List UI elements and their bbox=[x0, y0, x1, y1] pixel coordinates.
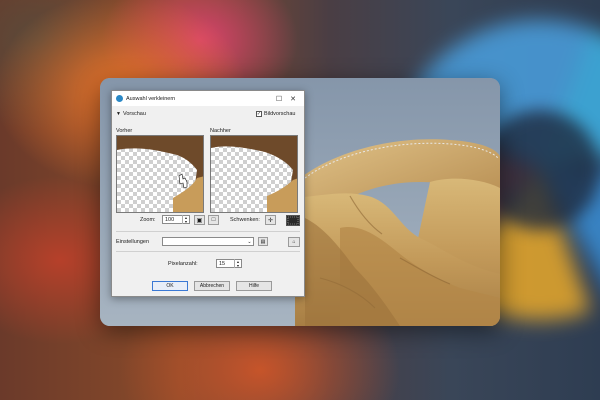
settings-dropdown[interactable]: ⌄ bbox=[162, 237, 254, 246]
preview-toggle[interactable]: ▼ Vorschau bbox=[116, 111, 146, 117]
floppy-icon: ▤ bbox=[260, 238, 266, 245]
image-preview-checkbox[interactable]: ✓ Bildvorschau bbox=[256, 111, 296, 117]
spin-arrows-icon[interactable]: ▲ ▼ bbox=[182, 215, 189, 224]
pixel-count-value: 15 bbox=[219, 260, 226, 267]
pan-button[interactable]: ✛ bbox=[265, 215, 276, 225]
before-preview[interactable] bbox=[116, 135, 204, 213]
image-preview-label: Bildvorschau bbox=[264, 111, 296, 117]
after-preview bbox=[210, 135, 298, 213]
pixel-count-label: Pixelanzahl: bbox=[168, 261, 198, 267]
dialog-titlebar[interactable]: Auswahl verkleinern ☐ ✕ bbox=[112, 91, 304, 106]
cancel-button[interactable]: Abbrechen bbox=[194, 281, 230, 291]
pan-label: Schwenken: bbox=[230, 217, 260, 223]
reset-icon: ⌂ bbox=[292, 239, 296, 245]
fit-icon: ▣ bbox=[196, 217, 203, 224]
settings-label: Einstellungen bbox=[116, 239, 150, 245]
ok-button[interactable]: OK bbox=[152, 281, 188, 291]
reset-button[interactable]: ⌂ bbox=[288, 237, 300, 247]
caret-down-icon: ▼ bbox=[116, 111, 121, 117]
spin-arrows-icon[interactable]: ▲ ▼ bbox=[234, 259, 241, 268]
zoom-value: 100 bbox=[165, 216, 175, 223]
navigator-thumbnail[interactable] bbox=[286, 215, 300, 226]
divider bbox=[116, 251, 300, 252]
zoom-fit-button[interactable]: ▣ bbox=[194, 215, 205, 225]
preview-toggle-label: Vorschau bbox=[122, 111, 146, 117]
move-icon: ✛ bbox=[267, 217, 274, 224]
zoom-stepper[interactable]: 100 ▲ ▼ bbox=[162, 215, 190, 224]
shrink-selection-dialog: Auswahl verkleinern ☐ ✕ ▼ Vorschau ✓ Bil… bbox=[111, 90, 305, 297]
help-button[interactable]: Hilfe bbox=[236, 281, 272, 291]
chevron-down-icon: ⌄ bbox=[247, 238, 252, 245]
square-icon: □ bbox=[211, 217, 216, 223]
pixel-count-stepper[interactable]: 15 ▲ ▼ bbox=[216, 259, 242, 268]
checkbox-icon: ✓ bbox=[256, 110, 262, 117]
close-icon[interactable]: ✕ bbox=[286, 93, 300, 105]
app-icon bbox=[116, 95, 123, 102]
zoom-actual-button[interactable]: □ bbox=[208, 215, 219, 225]
before-label: Vorher bbox=[116, 128, 133, 134]
divider bbox=[116, 231, 300, 232]
dialog-title: Auswahl verkleinern bbox=[126, 95, 176, 102]
after-label: Nachher bbox=[210, 128, 231, 134]
navigator-icon bbox=[287, 216, 299, 225]
maximize-icon[interactable]: ☐ bbox=[272, 93, 286, 105]
save-preset-button[interactable]: ▤ bbox=[258, 237, 268, 246]
zoom-label: Zoom: bbox=[140, 217, 156, 223]
